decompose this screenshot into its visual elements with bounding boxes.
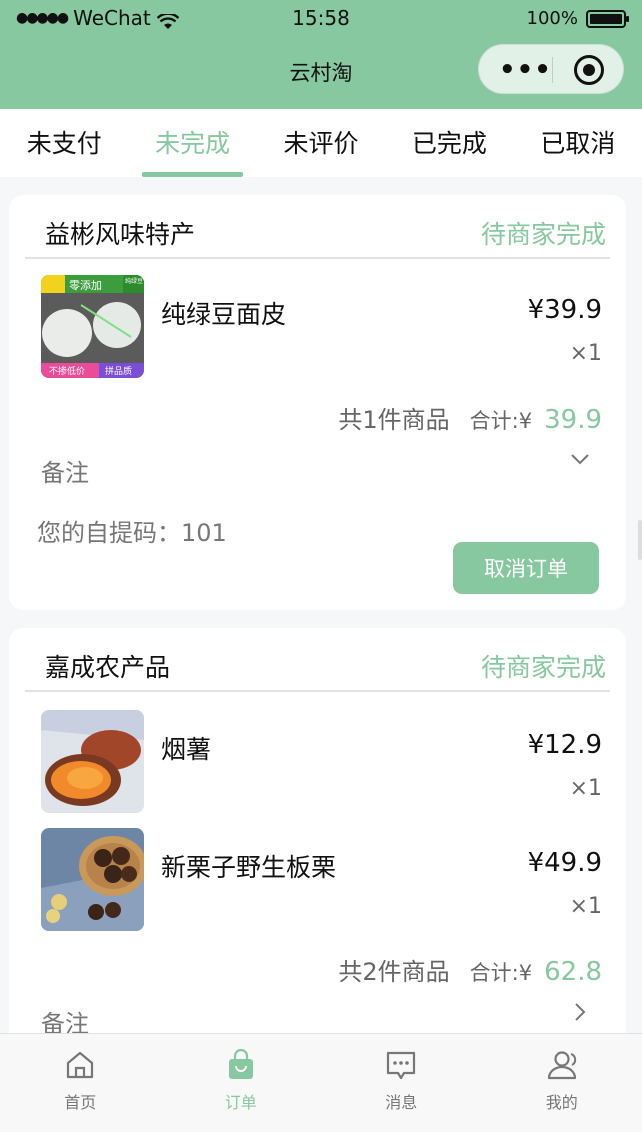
order-status-tabs: 未支付 未完成 未评价 已完成 已取消 <box>0 109 642 177</box>
order-card: 益彬风味特产 待商家完成 零添加 纯绿豆 不掺低价 拼品质 纯绿豆面皮 ¥39.… <box>9 195 626 610</box>
shop-name[interactable]: 益彬风味特产 <box>45 215 195 251</box>
top-bar: ●●●●● WeChat 15:58 100% 云村淘 ••• <box>0 0 642 109</box>
item-count: 共1件商品 <box>338 406 450 434</box>
tab-completed[interactable]: 已完成 <box>385 109 513 177</box>
thumb-label-3: 不掺低价 <box>49 365 85 377</box>
order-summary: 共1件商品 合计:¥ 39.9 <box>338 400 602 435</box>
battery-icon <box>586 9 629 28</box>
order-header: 嘉成农产品 待商家完成 <box>25 628 610 692</box>
product-name: 烟薯 <box>161 735 212 764</box>
thumb-label-2: 纯绿豆 <box>125 277 143 285</box>
bottom-tab-bar: 首页 订单 消息 我的 <box>0 1033 642 1132</box>
battery-percent: 100% <box>526 8 578 29</box>
tabbar-item-orders[interactable]: 订单 <box>161 1034 322 1132</box>
thumb-label-4: 拼品质 <box>105 365 132 377</box>
order-item[interactable]: 零添加 纯绿豆 不掺低价 拼品质 纯绿豆面皮 ¥39.9 ×1 <box>41 275 602 379</box>
tabbar-label: 我的 <box>545 1093 578 1112</box>
order-status: 待商家完成 <box>480 220 606 249</box>
tab-cancelled[interactable]: 已取消 <box>514 109 642 177</box>
mini-program-capsule: ••• <box>478 44 624 94</box>
tabbar-item-home[interactable]: 首页 <box>0 1034 161 1132</box>
product-image <box>41 828 144 931</box>
product-quantity: ×1 <box>569 894 602 919</box>
cancel-order-button[interactable]: 取消订单 <box>453 542 599 594</box>
order-card: 嘉成农产品 待商家完成 烟薯 ¥12.9 ×1 新栗子野生板栗 ¥49.9 ×1… <box>9 628 626 1048</box>
chevron-down-icon[interactable] <box>570 449 590 469</box>
bag-icon <box>228 1048 253 1079</box>
total-label: 合计:¥ <box>469 961 533 985</box>
tabbar-label: 首页 <box>64 1093 97 1112</box>
shop-name[interactable]: 嘉成农产品 <box>45 648 170 684</box>
product-quantity: ×1 <box>569 341 602 366</box>
product-image <box>41 710 144 813</box>
thumb-label-1: 零添加 <box>69 278 102 292</box>
total-label: 合计:¥ <box>469 409 533 433</box>
message-icon <box>387 1051 416 1080</box>
order-item[interactable]: 新栗子野生板栗 ¥49.9 ×1 <box>41 828 602 932</box>
order-summary: 共2件商品 合计:¥ 62.8 <box>338 952 602 987</box>
item-count: 共2件商品 <box>338 958 450 986</box>
order-total: 39.9 <box>544 405 602 435</box>
product-price: ¥39.9 <box>527 295 602 325</box>
order-status: 待商家完成 <box>480 653 606 682</box>
product-name: 纯绿豆面皮 <box>161 300 287 329</box>
pickup-code: 您的自提码：101 <box>37 519 227 547</box>
close-miniprogram-icon[interactable] <box>574 55 604 85</box>
status-bar: ●●●●● WeChat 15:58 100% <box>0 0 642 38</box>
tabbar-item-me[interactable]: 我的 <box>482 1034 642 1132</box>
chevron-right-icon[interactable] <box>570 1002 590 1022</box>
user-icon <box>547 1051 576 1080</box>
tabbar-label: 订单 <box>224 1093 257 1112</box>
tab-unpaid[interactable]: 未支付 <box>0 109 128 177</box>
order-item[interactable]: 烟薯 ¥12.9 ×1 <box>41 710 602 814</box>
order-header: 益彬风味特产 待商家完成 <box>25 195 610 259</box>
more-icon[interactable]: ••• <box>499 55 552 85</box>
scrollbar[interactable] <box>638 520 642 560</box>
product-price: ¥12.9 <box>527 730 602 760</box>
product-price: ¥49.9 <box>527 848 602 878</box>
tabbar-item-messages[interactable]: 消息 <box>321 1034 482 1132</box>
tabbar-label: 消息 <box>385 1093 418 1112</box>
home-icon <box>67 1051 94 1079</box>
tab-unreviewed[interactable]: 未评价 <box>257 109 385 177</box>
product-image: 零添加 纯绿豆 不掺低价 拼品质 <box>41 275 144 378</box>
product-name: 新栗子野生板栗 <box>161 853 337 882</box>
note-label[interactable]: 备注 <box>41 453 89 488</box>
product-quantity: ×1 <box>569 776 602 801</box>
order-total: 62.8 <box>544 957 602 987</box>
tab-incomplete[interactable]: 未完成 <box>128 109 256 177</box>
